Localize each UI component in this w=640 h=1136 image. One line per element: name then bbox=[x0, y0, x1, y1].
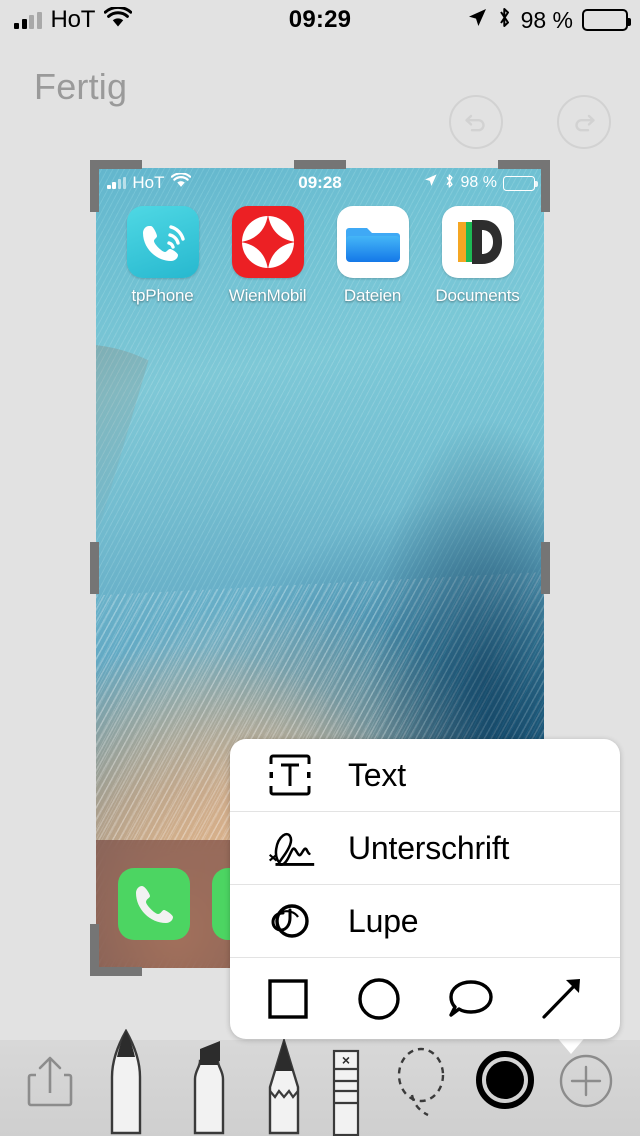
share-button[interactable] bbox=[24, 1053, 76, 1114]
battery-icon bbox=[503, 175, 538, 191]
phone-app-icon[interactable] bbox=[118, 868, 190, 940]
app-label: Dateien bbox=[343, 286, 402, 305]
bluetooth-icon bbox=[497, 6, 512, 34]
location-arrow-icon bbox=[466, 7, 488, 34]
battery-icon bbox=[582, 9, 631, 31]
arrow-shape-icon[interactable] bbox=[532, 973, 592, 1025]
popup-item-text[interactable]: Text bbox=[230, 739, 620, 812]
popup-item-label: Text bbox=[348, 756, 406, 793]
pen-tool[interactable] bbox=[96, 1028, 156, 1136]
markup-editor-screen: HoT 09:29 98 % Fertig HoT 09:28 98 % tpP… bbox=[0, 0, 640, 1136]
markup-add-popup: Text Unterschrift Lupe bbox=[230, 739, 620, 1039]
add-markup-button[interactable] bbox=[558, 1053, 614, 1114]
redo-button[interactable] bbox=[557, 95, 611, 149]
app-tile[interactable]: Dateien bbox=[330, 206, 416, 306]
clock-label: 09:29 bbox=[288, 6, 352, 33]
crop-handle-bottom-left[interactable] bbox=[90, 924, 99, 976]
color-swatch[interactable] bbox=[476, 1051, 534, 1114]
app-tile[interactable]: WienMobil bbox=[225, 206, 311, 306]
battery-percent-label: 98 % bbox=[520, 6, 573, 33]
dateien-app-icon bbox=[336, 206, 409, 278]
svg-text:×: × bbox=[342, 1052, 350, 1068]
circle-shape-icon[interactable] bbox=[349, 973, 409, 1025]
popup-shapes-row bbox=[230, 958, 620, 1039]
status-bar-right: 98 % bbox=[466, 0, 631, 40]
text-box-icon bbox=[260, 750, 320, 800]
crop-handle-top-right[interactable] bbox=[541, 160, 550, 212]
undo-button[interactable] bbox=[449, 95, 503, 149]
popup-item-magnifier[interactable]: Lupe bbox=[230, 885, 620, 958]
signature-icon bbox=[260, 823, 320, 873]
markup-toolbar: × bbox=[0, 1028, 640, 1136]
highlighter-tool[interactable] bbox=[180, 1039, 238, 1136]
crop-handle-middle-right[interactable] bbox=[541, 542, 550, 594]
battery-percent-label: 98 % bbox=[460, 174, 497, 191]
eraser-tool[interactable]: × bbox=[326, 1047, 366, 1136]
tpphone-app-icon bbox=[126, 206, 199, 278]
screenshot-status-bar: HoT 09:28 98 % bbox=[96, 168, 544, 198]
app-tile[interactable]: Documents bbox=[435, 206, 521, 306]
app-label: tpPhone bbox=[131, 286, 194, 305]
popup-item-label: Lupe bbox=[348, 902, 419, 939]
documents-app-icon bbox=[441, 206, 514, 278]
magnifier-icon bbox=[260, 896, 320, 946]
done-button[interactable]: Fertig bbox=[34, 66, 127, 108]
pencil-tool[interactable] bbox=[258, 1036, 310, 1136]
lasso-select-tool[interactable] bbox=[390, 1045, 452, 1122]
app-label: Documents bbox=[435, 286, 520, 305]
navbar: Fertig bbox=[0, 40, 640, 149]
popup-item-signature[interactable]: Unterschrift bbox=[230, 812, 620, 885]
clock-label: 09:28 bbox=[298, 173, 342, 192]
crop-handle-top-left[interactable] bbox=[90, 160, 99, 212]
crop-handle-middle-top[interactable] bbox=[294, 160, 346, 169]
popup-item-label: Unterschrift bbox=[348, 829, 510, 866]
wienmobil-app-icon bbox=[231, 206, 304, 278]
screenshot-status-right: 98 % bbox=[423, 168, 538, 198]
app-tile[interactable]: tpPhone bbox=[120, 206, 206, 306]
crop-handle-middle-left[interactable] bbox=[90, 542, 99, 594]
app-label: WienMobil bbox=[228, 286, 307, 305]
location-arrow-icon bbox=[423, 173, 438, 193]
square-shape-icon[interactable] bbox=[258, 973, 318, 1025]
home-screen-app-row: tpPhone WienMobil Dateien Documents bbox=[96, 206, 544, 306]
status-bar: HoT 09:29 98 % bbox=[0, 0, 640, 40]
bluetooth-icon bbox=[444, 173, 455, 194]
speech-bubble-shape-icon[interactable] bbox=[441, 973, 501, 1025]
